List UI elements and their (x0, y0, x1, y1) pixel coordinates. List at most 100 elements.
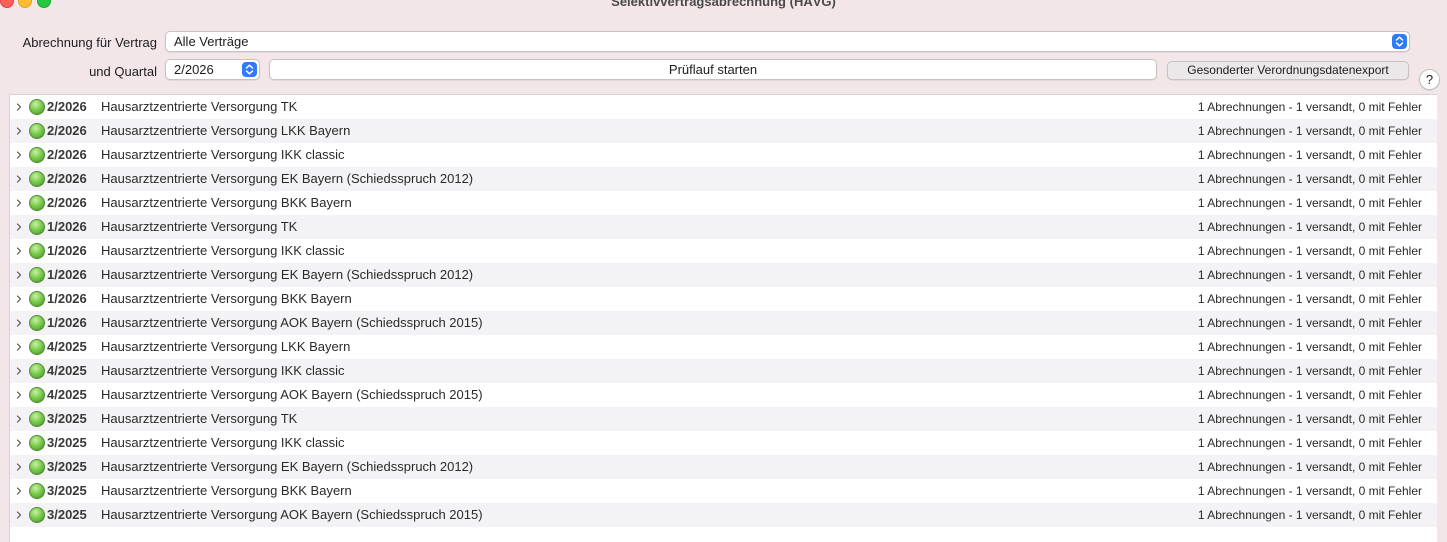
list-item[interactable]: 2/2026 Hausarztzentrierte Versorgung TK 1 … (10, 95, 1437, 119)
chevron-right-icon[interactable] (15, 439, 23, 447)
green-status-dot-icon (29, 507, 45, 523)
row-contract-name: Hausarztzentrierte Versorgung EK Bayern … (101, 267, 474, 282)
row-quarter: 2/2026 (47, 171, 87, 186)
green-status-dot-icon (29, 243, 45, 259)
row-quarter: 1/2026 (47, 219, 87, 234)
green-status-dot-icon (29, 267, 45, 283)
green-status-dot-icon (29, 315, 45, 331)
chevron-right-icon[interactable] (15, 319, 23, 327)
list-item[interactable]: 3/2025 Hausarztzentrierte Versorgung BKK … (10, 479, 1437, 503)
quarter-label: und Quartal (89, 64, 157, 79)
row-status: 1 Abrechnungen - 1 versandt, 0 mit Fehle… (1197, 460, 1422, 474)
row-quarter: 3/2025 (47, 483, 87, 498)
contract-select-value: Alle Verträge (174, 34, 249, 49)
row-contract-name: Hausarztzentrierte Versorgung BKK Bayern (101, 291, 352, 306)
row-contract-name: Hausarztzentrierte Versorgung AOK Bayern… (101, 507, 483, 522)
list-item[interactable]: 1/2026 Hausarztzentrierte Versorgung BKK … (10, 287, 1437, 311)
green-status-dot-icon (29, 363, 45, 379)
chevron-right-icon[interactable] (15, 415, 23, 423)
green-status-dot-icon (29, 339, 45, 355)
green-status-dot-icon (29, 387, 45, 403)
chevron-right-icon[interactable] (15, 151, 23, 159)
green-status-dot-icon (29, 483, 45, 499)
start-test-run-button[interactable]: Prüflauf starten (269, 59, 1157, 80)
row-quarter: 1/2026 (47, 291, 87, 306)
chevron-right-icon[interactable] (15, 511, 23, 519)
list-item[interactable]: 2/2026 Hausarztzentrierte Versorgung EK B… (10, 167, 1437, 191)
row-contract-name: Hausarztzentrierte Versorgung AOK Bayern… (101, 387, 483, 402)
row-contract-name: Hausarztzentrierte Versorgung BKK Bayern (101, 483, 352, 498)
list-item[interactable]: 3/2025 Hausarztzentrierte Versorgung AOK … (10, 503, 1437, 527)
list-item[interactable]: 1/2026 Hausarztzentrierte Versorgung EK B… (10, 263, 1437, 287)
row-contract-name: Hausarztzentrierte Versorgung LKK Bayern (101, 123, 351, 138)
list-item[interactable]: 3/2025 Hausarztzentrierte Versorgung IKK … (10, 431, 1437, 455)
row-status: 1 Abrechnungen - 1 versandt, 0 mit Fehle… (1197, 316, 1422, 330)
up-down-stepper-icon (242, 62, 257, 77)
list-item[interactable]: 2/2026 Hausarztzentrierte Versorgung BKK … (10, 191, 1437, 215)
row-status: 1 Abrechnungen - 1 versandt, 0 mit Fehle… (1197, 244, 1422, 258)
row-quarter: 4/2025 (47, 387, 87, 402)
row-quarter: 1/2026 (47, 315, 87, 330)
list-item[interactable]: 2/2026 Hausarztzentrierte Versorgung IKK … (10, 143, 1437, 167)
row-quarter: 1/2026 (47, 243, 87, 258)
row-quarter: 3/2025 (47, 459, 87, 474)
row-contract-name: Hausarztzentrierte Versorgung AOK Bayern… (101, 315, 483, 330)
row-status: 1 Abrechnungen - 1 versandt, 0 mit Fehle… (1197, 484, 1422, 498)
row-contract-name: Hausarztzentrierte Versorgung EK Bayern … (101, 171, 474, 186)
list-item[interactable]: 3/2025 Hausarztzentrierte Versorgung EK B… (10, 455, 1437, 479)
chevron-right-icon[interactable] (15, 487, 23, 495)
row-contract-name: Hausarztzentrierte Versorgung IKK classi… (101, 147, 345, 162)
green-status-dot-icon (29, 291, 45, 307)
list-item[interactable]: 4/2025 Hausarztzentrierte Versorgung LKK … (10, 335, 1437, 359)
chevron-right-icon[interactable] (15, 103, 23, 111)
row-quarter: 4/2025 (47, 363, 87, 378)
list-item[interactable]: 4/2025 Hausarztzentrierte Versorgung AOK … (10, 383, 1437, 407)
chevron-right-icon[interactable] (15, 367, 23, 375)
row-status: 1 Abrechnungen - 1 versandt, 0 mit Fehle… (1197, 268, 1422, 282)
row-status: 1 Abrechnungen - 1 versandt, 0 mit Fehle… (1197, 412, 1422, 426)
row-status: 1 Abrechnungen - 1 versandt, 0 mit Fehle… (1197, 172, 1422, 186)
row-status: 1 Abrechnungen - 1 versandt, 0 mit Fehle… (1197, 148, 1422, 162)
row-contract-name: Hausarztzentrierte Versorgung EK Bayern … (101, 459, 474, 474)
row-quarter: 2/2026 (47, 195, 87, 210)
row-quarter: 1/2026 (47, 267, 87, 282)
green-status-dot-icon (29, 99, 45, 115)
chevron-right-icon[interactable] (15, 391, 23, 399)
quarter-select[interactable]: 2/2026 (165, 59, 260, 80)
row-status: 1 Abrechnungen - 1 versandt, 0 mit Fehle… (1197, 508, 1422, 522)
billing-list[interactable]: 2/2026 Hausarztzentrierte Versorgung TK 1 … (9, 94, 1437, 542)
row-contract-name: Hausarztzentrierte Versorgung IKK classi… (101, 363, 345, 378)
green-status-dot-icon (29, 123, 45, 139)
chevron-right-icon[interactable] (15, 295, 23, 303)
chevron-right-icon[interactable] (15, 463, 23, 471)
separate-prescription-export-button[interactable]: Gesonderter Verordnungsdatenexport (1167, 61, 1409, 80)
row-quarter: 3/2025 (47, 435, 87, 450)
list-item[interactable]: 4/2025 Hausarztzentrierte Versorgung IKK … (10, 359, 1437, 383)
row-quarter: 4/2025 (47, 339, 87, 354)
row-status: 1 Abrechnungen - 1 versandt, 0 mit Fehle… (1197, 196, 1422, 210)
row-status: 1 Abrechnungen - 1 versandt, 0 mit Fehle… (1197, 388, 1422, 402)
green-status-dot-icon (29, 171, 45, 187)
row-contract-name: Hausarztzentrierte Versorgung IKK classi… (101, 243, 345, 258)
chevron-right-icon[interactable] (15, 247, 23, 255)
list-item[interactable]: 1/2026 Hausarztzentrierte Versorgung AOK … (10, 311, 1437, 335)
chevron-right-icon[interactable] (15, 223, 23, 231)
chevron-right-icon[interactable] (15, 127, 23, 135)
chevron-right-icon[interactable] (15, 199, 23, 207)
list-item[interactable]: 3/2025 Hausarztzentrierte Versorgung TK 1 … (10, 407, 1437, 431)
title-bar: Selektivvertragsabrechnung (HÄVG) (0, 0, 1447, 14)
row-status: 1 Abrechnungen - 1 versandt, 0 mit Fehle… (1197, 124, 1422, 138)
row-status: 1 Abrechnungen - 1 versandt, 0 mit Fehle… (1197, 100, 1422, 114)
help-button[interactable]: ? (1419, 69, 1440, 90)
row-status: 1 Abrechnungen - 1 versandt, 0 mit Fehle… (1197, 364, 1422, 378)
list-item[interactable]: 1/2026 Hausarztzentrierte Versorgung TK 1 … (10, 215, 1437, 239)
row-quarter: 3/2025 (47, 411, 87, 426)
chevron-right-icon[interactable] (15, 343, 23, 351)
green-status-dot-icon (29, 147, 45, 163)
chevron-right-icon[interactable] (15, 271, 23, 279)
chevron-right-icon[interactable] (15, 175, 23, 183)
contract-select[interactable]: Alle Verträge (165, 31, 1410, 52)
green-status-dot-icon (29, 195, 45, 211)
list-item[interactable]: 2/2026 Hausarztzentrierte Versorgung LKK … (10, 119, 1437, 143)
list-item[interactable]: 1/2026 Hausarztzentrierte Versorgung IKK … (10, 239, 1437, 263)
